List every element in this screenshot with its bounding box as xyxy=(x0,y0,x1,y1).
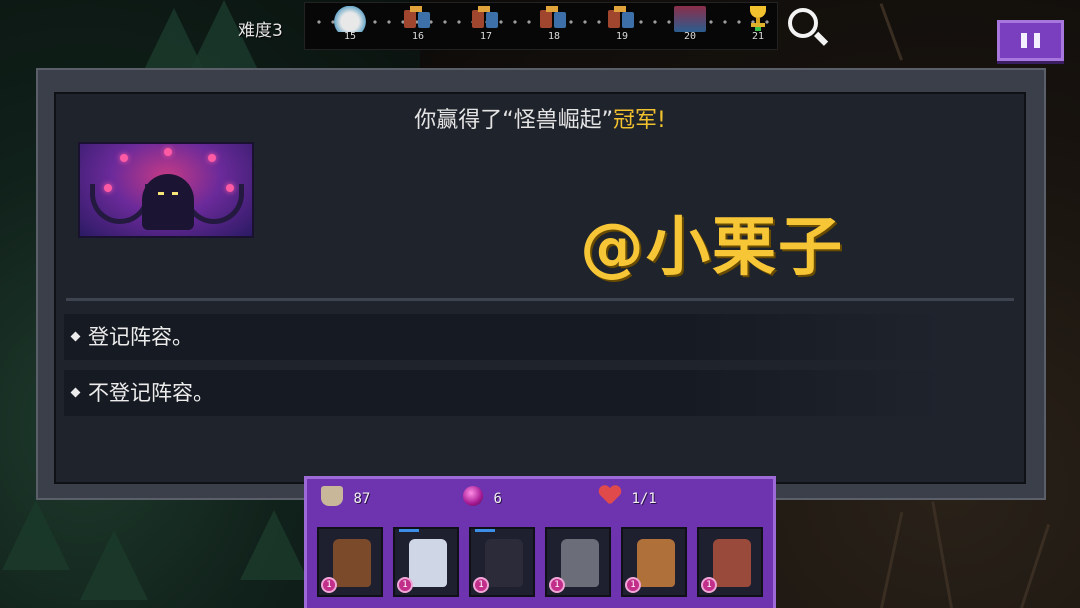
hero-level-badge: 1 xyxy=(625,577,641,593)
dialog-title-text: 你赢得了“怪兽崛起” xyxy=(414,108,613,133)
diamond-bullet-icon xyxy=(70,387,81,397)
cloud-stage-icon xyxy=(334,6,366,32)
register-lineup-option[interactable]: 登记阵容。 xyxy=(64,314,944,360)
hero-slot[interactable]: 1 xyxy=(545,527,611,597)
stage-number: 19 xyxy=(615,31,629,42)
hero-slot[interactable]: 1 xyxy=(469,527,535,597)
hero-slot[interactable]: 1 xyxy=(621,527,687,597)
knight-hero-icon xyxy=(561,539,599,587)
stage-number: 18 xyxy=(547,31,561,42)
stage-number: 21 xyxy=(751,31,765,42)
hero-slot[interactable]: 1 xyxy=(317,527,383,597)
battle-stage-icon xyxy=(606,6,638,32)
watermark-text: @小栗子 xyxy=(580,211,844,285)
lives-stat: 1/1 xyxy=(599,486,657,509)
skip-register-option[interactable]: 不登记阵容。 xyxy=(64,370,944,416)
stage-number: 17 xyxy=(479,31,493,42)
hero-level-badge: 1 xyxy=(701,577,717,593)
hero-level-badge: 1 xyxy=(321,577,337,593)
gem-value: 6 xyxy=(493,491,502,507)
hero-slot[interactable]: 1 xyxy=(393,527,459,597)
anubis-hero-icon xyxy=(485,539,523,587)
pine-tree xyxy=(80,530,148,600)
battle-stage-icon xyxy=(402,6,434,32)
boss-portrait-image xyxy=(78,142,254,238)
trophy-icon xyxy=(748,6,768,31)
stage-number: 20 xyxy=(683,31,697,42)
lives-value: 1/1 xyxy=(631,491,657,507)
gem-stat: 6 xyxy=(463,486,502,509)
warrior-hero-icon xyxy=(333,539,371,587)
stage-16: 16 xyxy=(400,6,436,44)
stage-19: 19 xyxy=(604,6,640,44)
yeti-hero-icon xyxy=(409,539,447,587)
team-panel: 87 6 1/1 1 1 1 1 1 1 xyxy=(304,476,776,608)
money-bag-icon xyxy=(321,486,343,506)
gold-value: 87 xyxy=(353,491,371,507)
gunner-hero-icon xyxy=(637,539,675,587)
stage-17: 17 xyxy=(468,6,504,44)
hero-level-badge: 1 xyxy=(473,577,489,593)
difficulty-label: 难度3 xyxy=(238,21,283,41)
boss-stage-icon xyxy=(674,6,706,32)
pine-tree xyxy=(240,510,308,580)
hero-slots: 1 1 1 1 1 1 xyxy=(317,527,769,607)
pause-icon xyxy=(1021,33,1027,48)
heart-icon xyxy=(599,486,621,506)
dialog-title: 你赢得了“怪兽崛起”冠军! xyxy=(0,102,1080,134)
octopus-monster-icon xyxy=(142,174,194,230)
stage-21: 21 xyxy=(740,6,776,44)
pause-button[interactable] xyxy=(997,20,1064,61)
stage-20: 20 xyxy=(672,6,708,44)
option-label: 登记阵容。 xyxy=(88,325,193,349)
search-icon xyxy=(788,8,818,38)
hero-level-badge: 1 xyxy=(549,577,565,593)
diamond-bullet-icon xyxy=(70,331,81,341)
stage-number: 16 xyxy=(411,31,425,42)
battle-stage-icon xyxy=(538,6,570,32)
stage-18: 18 xyxy=(536,6,572,44)
stage-number: 15 xyxy=(343,31,357,42)
resource-stats: 87 6 1/1 xyxy=(307,479,773,517)
sniper-hero-icon xyxy=(713,539,751,587)
option-label: 不登记阵容。 xyxy=(88,381,214,405)
progress-bar: 难度3 15 16 17 18 19 20 21 xyxy=(0,0,1080,64)
magnifier-button[interactable] xyxy=(786,6,829,50)
champion-highlight: 冠军! xyxy=(612,108,666,133)
pine-tree xyxy=(2,500,70,570)
gem-icon xyxy=(463,486,483,506)
dialog-divider xyxy=(66,298,1014,301)
gold-stat: 87 xyxy=(321,486,371,509)
stage-15: 15 xyxy=(332,6,368,44)
battle-stage-icon xyxy=(470,6,502,32)
hero-level-badge: 1 xyxy=(397,577,413,593)
hero-slot[interactable]: 1 xyxy=(697,527,763,597)
